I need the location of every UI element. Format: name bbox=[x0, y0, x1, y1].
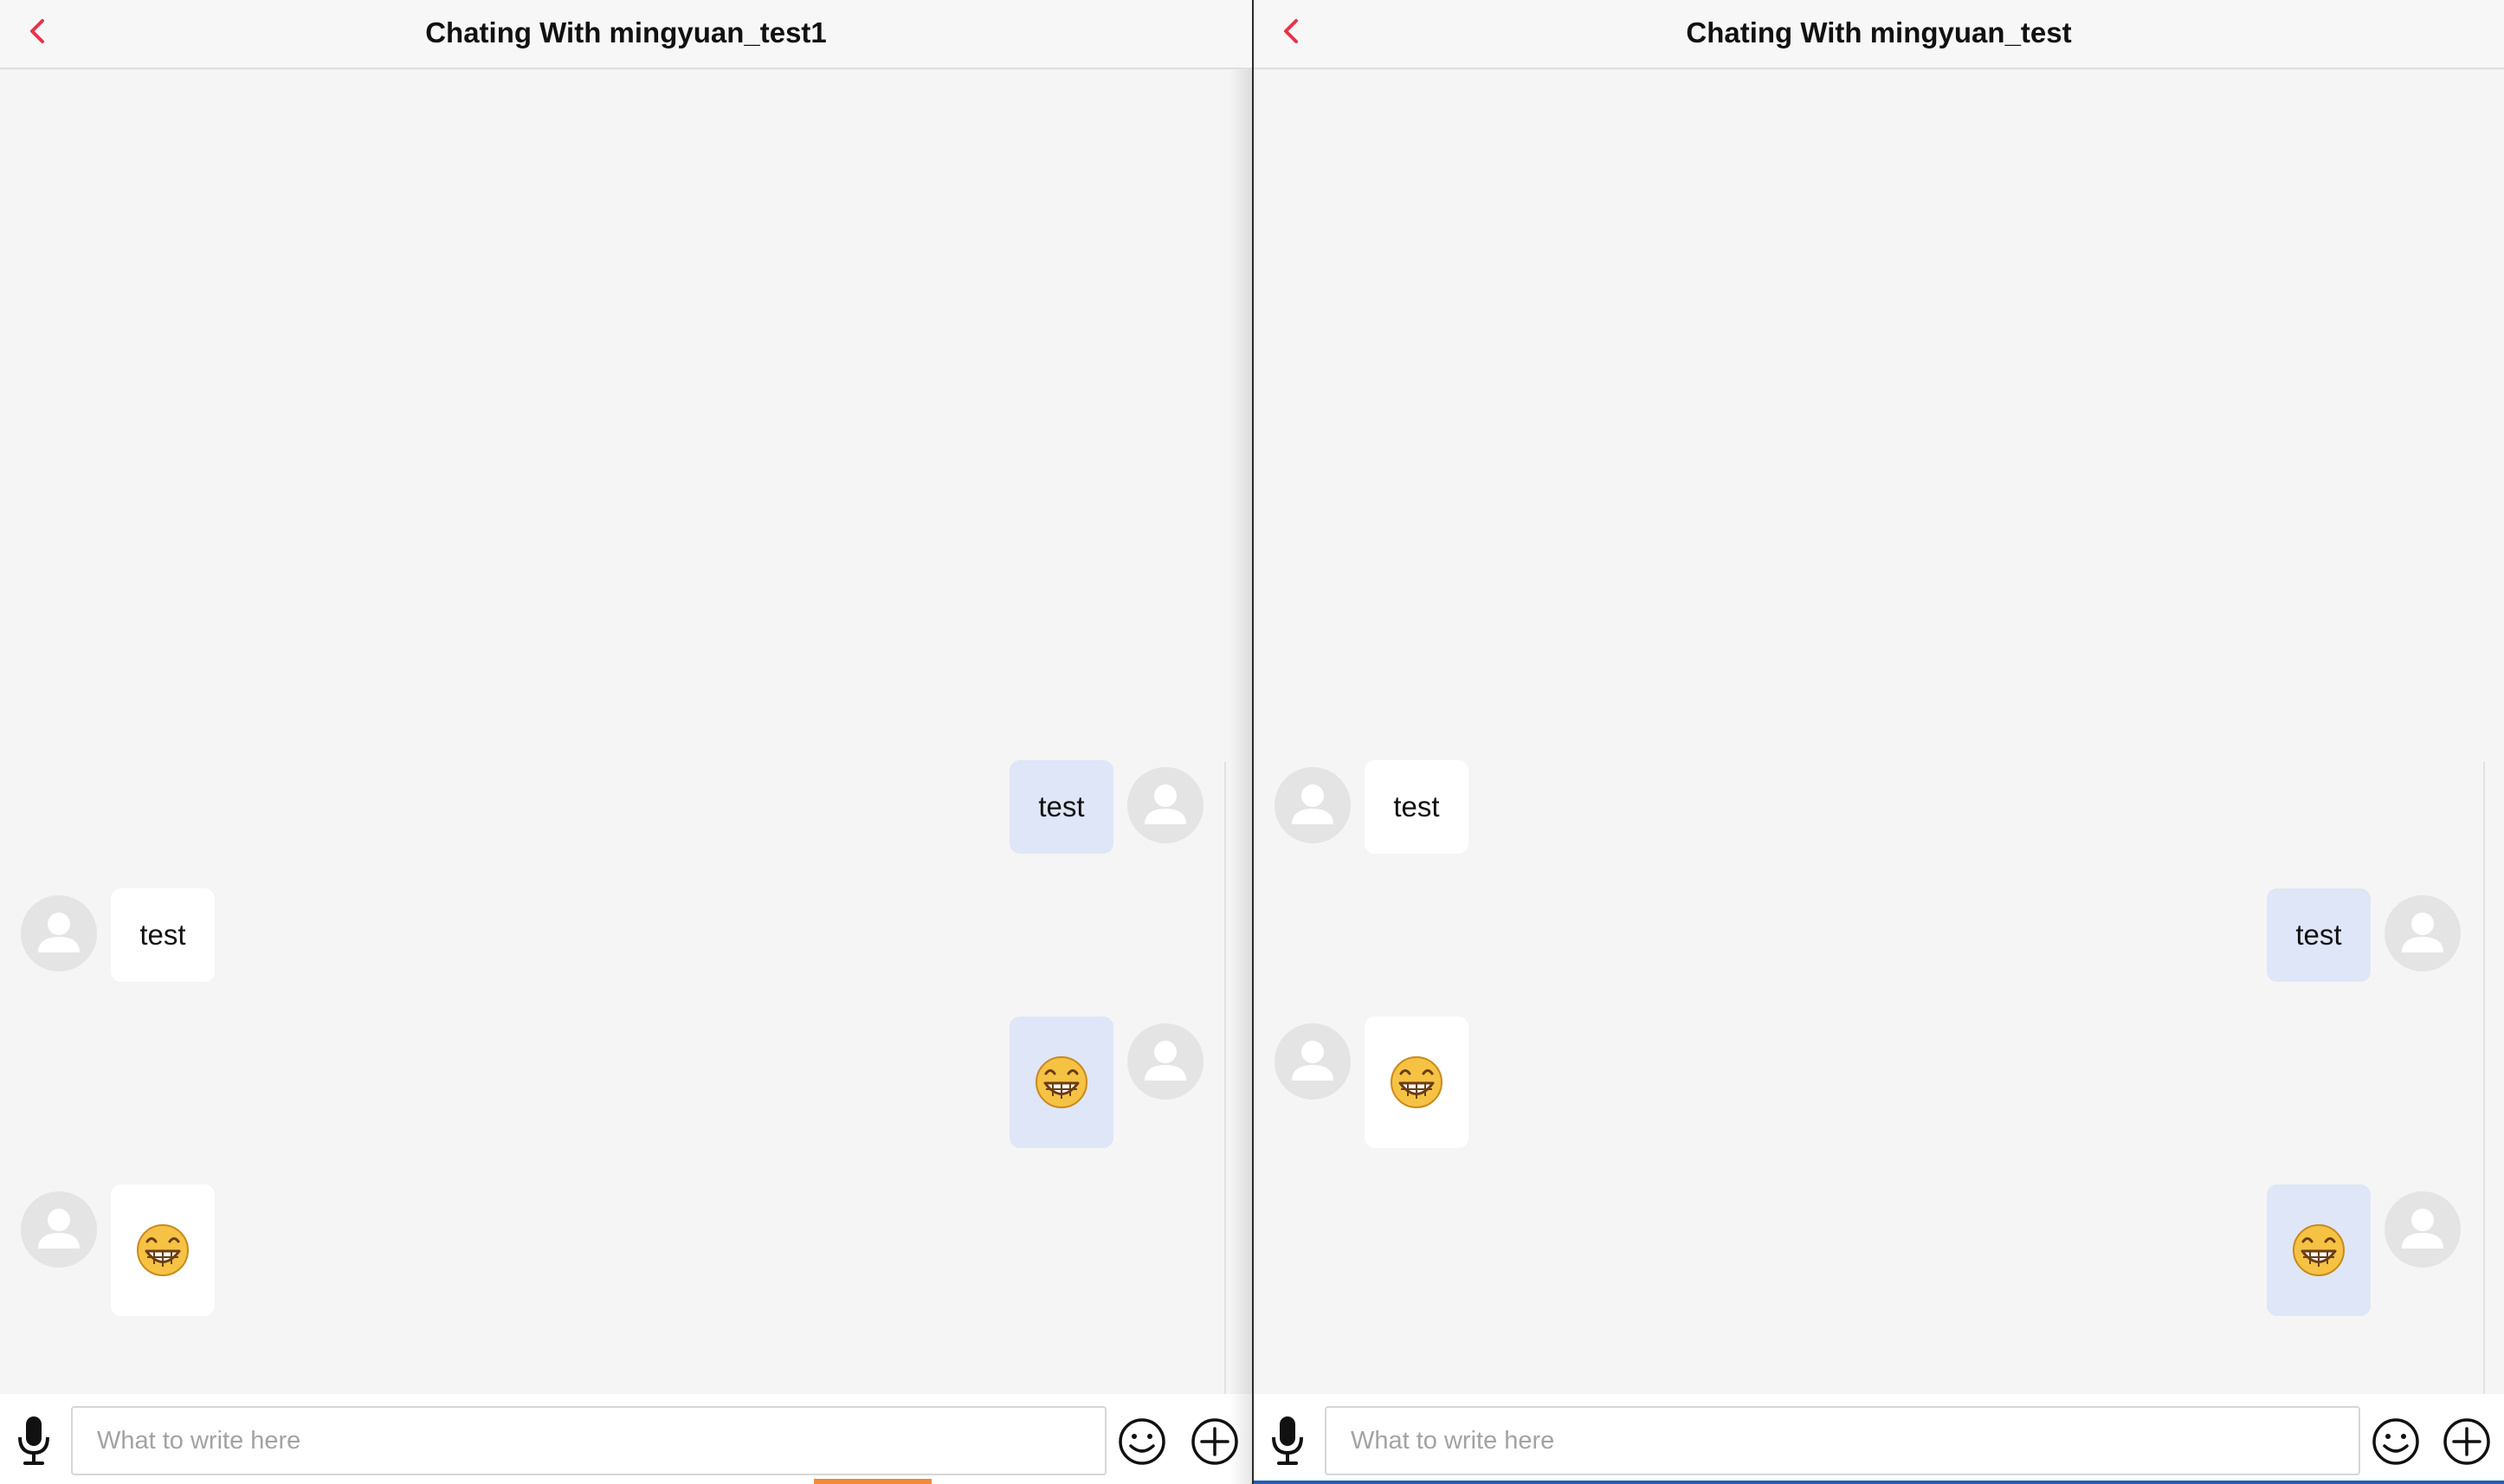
grinning-face-emoji-icon bbox=[1389, 1055, 1444, 1110]
smiley-icon bbox=[1119, 1418, 1165, 1465]
message-input-bar bbox=[1254, 1394, 2504, 1484]
plus-circle-icon bbox=[1191, 1418, 1238, 1465]
more-options-button[interactable] bbox=[2442, 1416, 2492, 1467]
chat-header: Chating With mingyuan_test1 bbox=[0, 0, 1252, 69]
avatar[interactable] bbox=[2385, 895, 2461, 971]
incoming-emoji-bubble[interactable] bbox=[111, 1184, 215, 1316]
emoji-button[interactable] bbox=[2371, 1416, 2421, 1467]
incoming-message-bubble[interactable]: test bbox=[111, 888, 215, 982]
avatar[interactable] bbox=[21, 895, 97, 971]
taskbar-accent bbox=[1254, 1481, 2504, 1484]
outgoing-emoji-bubble[interactable] bbox=[1010, 1016, 1113, 1148]
user-avatar-icon bbox=[1292, 784, 1333, 824]
message-text: test bbox=[1393, 790, 1440, 823]
smiley-icon bbox=[2372, 1418, 2419, 1465]
chat-title: Chating With mingyuan_test1 bbox=[425, 16, 827, 48]
user-avatar-icon bbox=[38, 1209, 80, 1248]
user-avatar-icon bbox=[38, 913, 80, 952]
grinning-face-emoji-icon bbox=[2291, 1223, 2346, 1278]
chat-pane-left: Chating With mingyuan_test1 test test Wh… bbox=[0, 0, 1252, 1484]
incoming-message-bubble[interactable]: test bbox=[1365, 760, 1468, 854]
grinning-face-emoji-icon bbox=[135, 1223, 190, 1278]
message-row bbox=[1254, 1016, 2504, 1155]
avatar[interactable] bbox=[1127, 1023, 1204, 1100]
user-avatar-icon bbox=[1292, 1041, 1333, 1081]
outgoing-message-bubble[interactable]: test bbox=[2267, 888, 2371, 982]
avatar[interactable] bbox=[21, 1191, 97, 1268]
avatar[interactable] bbox=[1127, 767, 1204, 843]
message-row bbox=[0, 1184, 1252, 1323]
chat-pane-right: Chating With mingyuan_test test test Wha… bbox=[1252, 0, 2504, 1484]
voice-button[interactable] bbox=[1269, 1415, 1306, 1467]
user-avatar-icon bbox=[2402, 913, 2443, 952]
incoming-emoji-bubble[interactable] bbox=[1365, 1016, 1468, 1148]
emoji-button[interactable] bbox=[1117, 1416, 1167, 1467]
avatar[interactable] bbox=[1275, 1023, 1351, 1100]
dual-chat-screen: Chating With mingyuan_test1 test test Wh… bbox=[0, 0, 2504, 1484]
avatar[interactable] bbox=[2385, 1191, 2461, 1268]
outgoing-message-bubble[interactable]: test bbox=[1010, 760, 1113, 854]
message-input[interactable] bbox=[1325, 1406, 2360, 1475]
chat-title: Chating With mingyuan_test bbox=[1686, 16, 2072, 48]
message-row bbox=[1254, 1184, 2504, 1323]
message-list[interactable]: test test bbox=[1254, 69, 2504, 1463]
more-options-button[interactable] bbox=[1190, 1416, 1240, 1467]
microphone-icon bbox=[18, 1416, 49, 1465]
message-row bbox=[0, 1016, 1252, 1155]
message-text: test bbox=[139, 919, 186, 951]
grinning-face-emoji-icon bbox=[1034, 1055, 1089, 1110]
message-input-bar bbox=[0, 1394, 1252, 1484]
user-avatar-icon bbox=[1145, 1041, 1186, 1081]
message-row: test bbox=[1254, 888, 2504, 1027]
message-row: test bbox=[0, 760, 1252, 899]
message-text: test bbox=[2295, 919, 2342, 951]
chat-header: Chating With mingyuan_test bbox=[1254, 0, 2504, 69]
outgoing-emoji-bubble[interactable] bbox=[2267, 1184, 2371, 1316]
message-list[interactable]: test test bbox=[0, 69, 1252, 1463]
voice-button[interactable] bbox=[16, 1415, 52, 1467]
plus-circle-icon bbox=[2443, 1418, 2490, 1465]
message-input[interactable] bbox=[71, 1406, 1107, 1475]
avatar[interactable] bbox=[1275, 767, 1351, 843]
message-row: test bbox=[0, 888, 1252, 1027]
microphone-icon bbox=[1272, 1416, 1303, 1465]
message-text: test bbox=[1038, 790, 1085, 823]
taskbar-accent bbox=[814, 1479, 932, 1484]
message-row: test bbox=[1254, 760, 2504, 899]
user-avatar-icon bbox=[1145, 784, 1186, 824]
user-avatar-icon bbox=[2402, 1209, 2443, 1248]
